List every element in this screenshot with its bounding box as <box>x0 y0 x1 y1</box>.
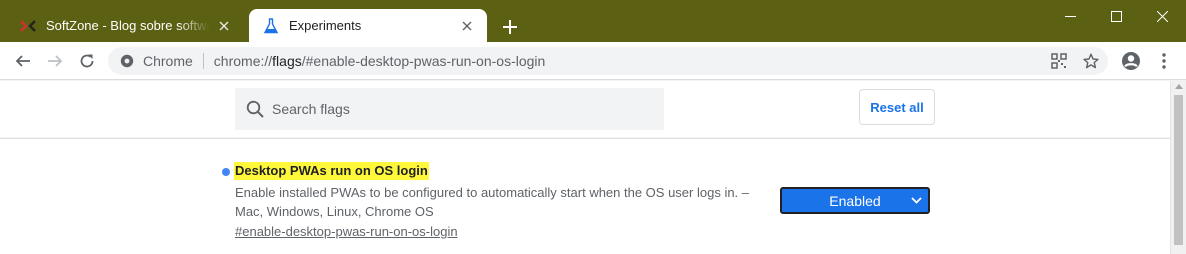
close-icon[interactable] <box>459 18 475 34</box>
plus-icon <box>503 20 517 34</box>
flag-card: Desktop PWAs run on OS login Enable inst… <box>0 138 1170 254</box>
chevron-down-icon <box>911 197 922 204</box>
minimize-icon <box>1064 15 1076 17</box>
url-prefix: chrome:// <box>213 53 273 69</box>
account-icon <box>1122 52 1140 70</box>
title-bar: SoftZone - Blog sobre software, trucos y… <box>0 0 1186 42</box>
url-host: flags <box>272 53 302 69</box>
vertical-scrollbar[interactable] <box>1170 81 1186 254</box>
divider <box>202 53 204 69</box>
flag-description: Enable installed PWAs to be configured t… <box>235 185 750 219</box>
url-path: /#enable-desktop-pwas-run-on-os-login <box>301 53 546 69</box>
forward-button[interactable] <box>41 47 69 75</box>
bookmark-button[interactable] <box>1077 47 1105 75</box>
tab-softzone[interactable]: SoftZone - Blog sobre software, trucos y <box>6 9 244 42</box>
softzone-icon <box>20 18 36 34</box>
qr-code-button[interactable] <box>1045 47 1073 75</box>
arrow-right-icon <box>48 55 63 67</box>
star-icon <box>1083 53 1099 69</box>
qr-code-icon <box>1051 53 1067 69</box>
close-icon[interactable] <box>216 18 232 34</box>
reset-all-button[interactable]: Reset all <box>859 89 935 125</box>
search-icon <box>245 99 265 119</box>
new-tab-button[interactable] <box>499 16 521 38</box>
more-vert-icon <box>1162 53 1166 69</box>
origin-chip: Chrome <box>143 53 193 69</box>
tab-title: Experiments <box>289 18 362 33</box>
reload-icon <box>80 54 94 68</box>
flask-icon <box>263 17 279 34</box>
close-window-button[interactable] <box>1139 0 1185 32</box>
profile-button[interactable] <box>1117 47 1145 75</box>
maximize-icon <box>1110 10 1122 22</box>
flag-permalink[interactable]: #enable-desktop-pwas-run-on-os-login <box>235 223 458 241</box>
address-bar[interactable]: Chrome chrome://flags/#enable-desktop-pw… <box>108 47 1108 75</box>
modified-indicator <box>222 168 230 176</box>
search-box[interactable] <box>235 88 664 130</box>
selected-option: Enabled <box>829 192 881 209</box>
flag-state-select[interactable]: Enabled <box>780 187 930 214</box>
close-icon <box>1156 10 1168 22</box>
scrollbar-thumb[interactable] <box>1174 95 1183 245</box>
chrome-page-icon <box>119 53 135 69</box>
flags-page: Reset all Desktop PWAs run on OS login E… <box>0 81 1186 254</box>
search-input[interactable] <box>272 101 652 117</box>
maximize-button[interactable] <box>1093 0 1139 32</box>
menu-button[interactable] <box>1150 47 1178 75</box>
arrow-left-icon <box>15 55 30 67</box>
flags-header: Reset all <box>0 81 1170 137</box>
scroll-up-arrow-icon[interactable] <box>1175 83 1183 89</box>
tab-experiments[interactable]: Experiments <box>249 9 487 42</box>
back-button[interactable] <box>9 47 37 75</box>
url-text[interactable]: chrome://flags/#enable-desktop-pwas-run-… <box>214 53 546 69</box>
reload-button[interactable] <box>73 47 101 75</box>
flag-title: Desktop PWAs run on OS login <box>234 162 429 180</box>
minimize-button[interactable] <box>1047 0 1093 32</box>
tab-title: SoftZone - Blog sobre software, trucos y <box>46 18 210 33</box>
toolbar: Chrome chrome://flags/#enable-desktop-pw… <box>0 42 1186 80</box>
